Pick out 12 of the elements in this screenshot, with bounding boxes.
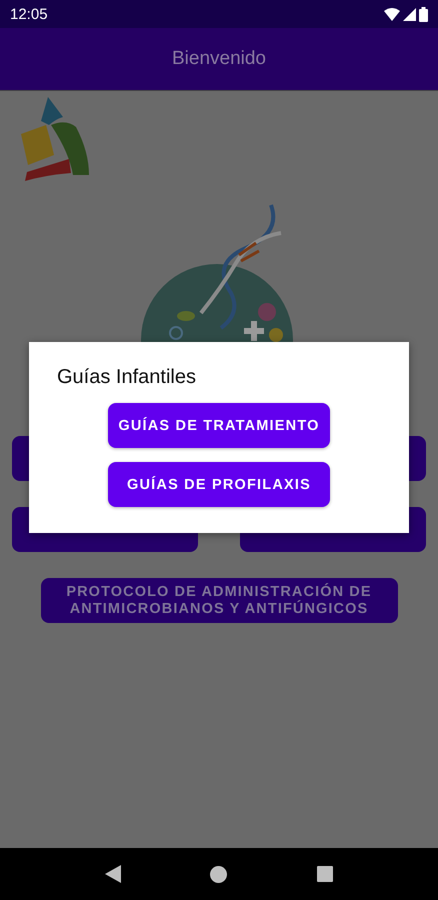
screen-title: Bienvenido [172, 48, 266, 70]
dialog-button[interactable]: GUÍAS DE TRATAMIENTO [108, 403, 330, 448]
back-icon[interactable] [104, 865, 121, 883]
dialog-title: Guías Infantiles [57, 366, 197, 389]
signal-icon [403, 8, 416, 20]
home-icon[interactable] [210, 866, 228, 882]
clock-time: 12:05 [10, 6, 48, 22]
wifi-icon [384, 8, 400, 20]
dialog-button[interactable]: GUÍAS DE PROFILAXIS [108, 462, 330, 507]
menu-button[interactable]: PROTOCOLO DE ADMINISTRACIÓN DE ANTIMICROBIANOS Y ANTIFÚNGICOS [40, 578, 398, 623]
recents-icon[interactable] [317, 866, 334, 882]
battery-icon [419, 6, 428, 22]
